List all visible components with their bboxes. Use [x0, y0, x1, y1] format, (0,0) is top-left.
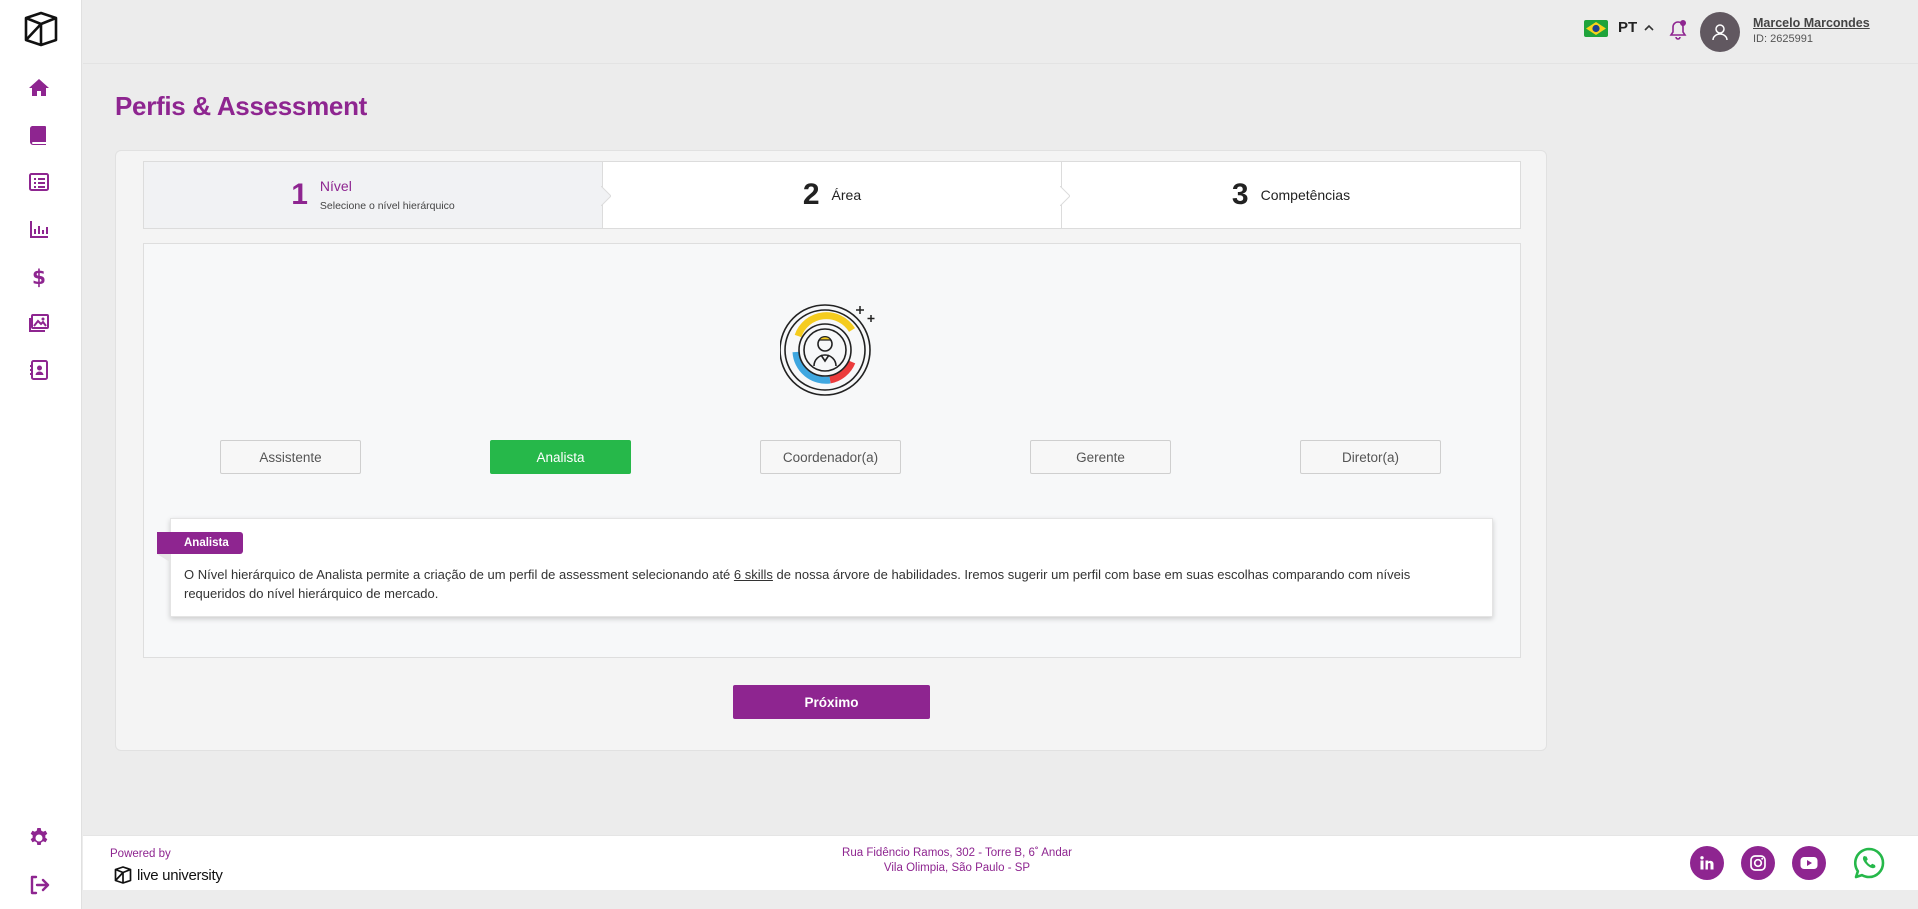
step-number: 1: [291, 178, 308, 211]
sidebar-item-contacts[interactable]: [27, 358, 51, 382]
sidebar-item-list[interactable]: [27, 170, 51, 194]
home-icon: [29, 79, 49, 96]
contact-book-icon: [30, 360, 48, 380]
sidebar: $: [0, 0, 82, 909]
skills-link[interactable]: 6 skills: [734, 567, 773, 582]
level-button-analista[interactable]: Analista: [490, 440, 631, 474]
brand-name: live university: [137, 866, 223, 884]
level-button-coordenador[interactable]: Coordenador(a): [760, 440, 901, 474]
sidebar-item-gallery[interactable]: [27, 311, 51, 335]
level-button-gerente[interactable]: Gerente: [1030, 440, 1171, 474]
language-selector[interactable]: PT: [1618, 19, 1637, 36]
user-icon: [1712, 24, 1728, 41]
tag-fold: [157, 554, 170, 562]
chart-icon: [30, 221, 48, 238]
sidebar-item-home[interactable]: [27, 76, 51, 100]
step-arrow-icon: [1060, 186, 1070, 206]
step-label: Competências: [1260, 187, 1351, 203]
profile-assessment-illustration-icon: [780, 304, 875, 396]
step-area[interactable]: 2 Área: [602, 162, 1070, 228]
youtube-button[interactable]: [1792, 846, 1826, 880]
address-line: Vila Olimpia, São Paulo - SP: [883, 862, 1031, 874]
sidebar-item-reports[interactable]: [27, 217, 51, 241]
instagram-button[interactable]: [1741, 846, 1775, 880]
cube-logo-icon[interactable]: [21, 9, 61, 49]
level-tag: Analista: [157, 532, 243, 554]
brazil-flag-icon[interactable]: [1584, 20, 1608, 37]
youtube-icon: [1800, 857, 1818, 869]
level-button-assistente[interactable]: Assistente: [220, 440, 361, 474]
instagram-icon: [1750, 855, 1766, 871]
logout-icon: [30, 875, 50, 895]
user-name-link[interactable]: Marcelo Marcondes: [1753, 16, 1870, 30]
book-icon: [29, 126, 46, 145]
step-competencias[interactable]: 3 Competências: [1061, 162, 1520, 228]
sidebar-item-settings[interactable]: [27, 826, 51, 850]
address-line: Rua Fidêncio Ramos, 302 - Torre B, 6˚ An…: [842, 847, 1072, 859]
whatsapp-icon[interactable]: [1852, 846, 1886, 880]
next-button[interactable]: Próximo: [733, 685, 930, 719]
gear-icon: [30, 828, 48, 845]
step-arrow-icon: [601, 186, 611, 206]
linkedin-icon: [1700, 856, 1714, 870]
step-number: 3: [1231, 178, 1249, 211]
bell-icon[interactable]: [1668, 19, 1688, 41]
step-label: Área: [831, 187, 862, 203]
description-text: O Nível hierárquico de Analista permite …: [184, 567, 734, 582]
bottom-strip: [83, 890, 1918, 909]
dollar-icon: $: [32, 265, 46, 288]
stepper: 1 Nível Selecione o nível hierárquico 2 …: [143, 161, 1521, 229]
cube-logo-icon: [114, 866, 132, 884]
step-subtitle: Selecione o nível hierárquico: [319, 200, 455, 212]
step-nivel[interactable]: 1 Nível Selecione o nível hierárquico: [144, 162, 611, 228]
sidebar-item-logout[interactable]: [27, 873, 51, 897]
list-icon: [29, 173, 49, 191]
page-title: Perfis & Assessment: [115, 91, 368, 121]
level-button-diretor[interactable]: Diretor(a): [1300, 440, 1441, 474]
step-number: 2: [802, 178, 820, 211]
svg-text:$: $: [32, 265, 46, 288]
linkedin-button[interactable]: [1690, 846, 1724, 880]
powered-by-label: Powered by: [110, 848, 171, 860]
user-id: ID: 2625991: [1753, 33, 1813, 45]
address: Rua Fidêncio Ramos, 302 - Torre B, 6˚ An…: [782, 846, 1132, 876]
step-label: Nível: [319, 178, 352, 194]
live-university-logo[interactable]: live university: [112, 865, 223, 885]
avatar[interactable]: [1700, 12, 1740, 52]
sidebar-item-finance[interactable]: $: [27, 264, 51, 288]
chevron-up-icon[interactable]: [1643, 22, 1655, 34]
level-description: O Nível hierárquico de Analista permite …: [184, 565, 1434, 603]
sidebar-item-courses[interactable]: [27, 123, 51, 147]
images-icon: [29, 314, 49, 332]
